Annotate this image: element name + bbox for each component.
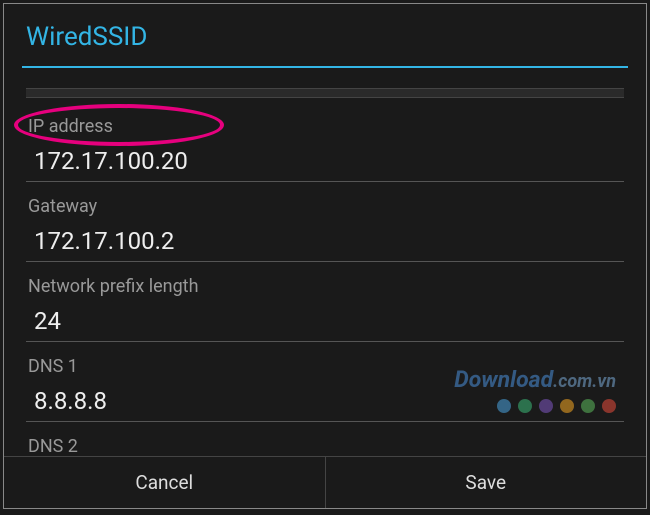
dialog-frame: WiredSSID IP address Gateway Network pre… — [3, 3, 647, 509]
label-dns1: DNS 1 — [26, 356, 624, 377]
field-dns1: DNS 1 — [26, 356, 624, 422]
button-bar: Cancel Save — [4, 456, 646, 508]
label-prefix: Network prefix length — [26, 276, 624, 297]
field-ip-address: IP address — [26, 116, 624, 182]
input-prefix[interactable] — [26, 303, 624, 342]
cancel-button[interactable]: Cancel — [4, 457, 325, 508]
input-ip-address[interactable] — [26, 143, 624, 182]
input-dns1[interactable] — [26, 383, 624, 422]
label-ip-address: IP address — [26, 116, 624, 137]
input-gateway[interactable] — [26, 223, 624, 262]
dialog-content: WiredSSID IP address Gateway Network pre… — [4, 4, 646, 456]
field-dns2: DNS 2 — [26, 436, 624, 456]
label-dns2: DNS 2 — [26, 436, 624, 456]
field-gateway: Gateway — [26, 196, 624, 262]
label-gateway: Gateway — [26, 196, 624, 217]
save-button[interactable]: Save — [325, 457, 647, 508]
section-bar — [26, 88, 624, 98]
field-prefix: Network prefix length — [26, 276, 624, 342]
title-divider — [22, 66, 628, 68]
dialog-title: WiredSSID — [26, 22, 624, 66]
